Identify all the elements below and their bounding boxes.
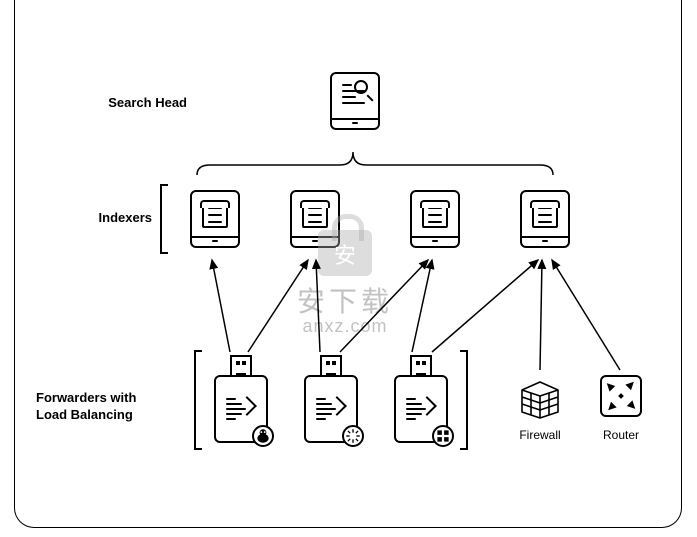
forwarders-label: Forwarders withLoad Balancing <box>36 390 136 424</box>
server-icon <box>532 200 558 228</box>
router-center-icon <box>618 393 624 399</box>
router-arrow-icon <box>604 379 618 393</box>
indexers-bracket <box>160 184 168 254</box>
forwarders-bracket-left <box>194 350 202 450</box>
usb-connector-icon <box>320 355 342 377</box>
router-arrow-icon <box>604 399 618 413</box>
router-label: Router <box>590 428 652 442</box>
indexer-4 <box>520 190 570 248</box>
forwarders-label-text: Forwarders withLoad Balancing <box>36 390 136 422</box>
firewall-node <box>516 372 564 420</box>
magnifier-icon <box>354 80 372 98</box>
firewall-icon <box>516 372 564 420</box>
forwarder-solaris <box>302 355 360 443</box>
forwarder-windows <box>392 355 450 443</box>
forward-arrow-icon <box>316 395 346 421</box>
indexer-1 <box>190 190 240 248</box>
usb-connector-icon <box>410 355 432 377</box>
search-head-label: Search Head <box>108 95 187 110</box>
linux-badge-icon <box>252 425 274 447</box>
server-icon <box>202 200 228 228</box>
firewall-label: Firewall <box>508 428 572 442</box>
forwarders-bracket-right <box>460 350 468 450</box>
solaris-badge-icon <box>342 425 364 447</box>
indexers-label: Indexers <box>99 210 152 225</box>
router-node <box>600 375 642 417</box>
forward-arrow-icon <box>226 395 256 421</box>
windows-badge-icon <box>432 425 454 447</box>
router-arrow-icon <box>624 399 638 413</box>
forward-arrow-icon <box>406 395 436 421</box>
router-arrow-icon <box>624 379 638 393</box>
indexer-3 <box>410 190 460 248</box>
search-head-node <box>330 72 380 130</box>
server-icon <box>302 200 328 228</box>
indexer-2 <box>290 190 340 248</box>
server-icon <box>422 200 448 228</box>
usb-connector-icon <box>230 355 252 377</box>
forwarder-linux <box>212 355 270 443</box>
